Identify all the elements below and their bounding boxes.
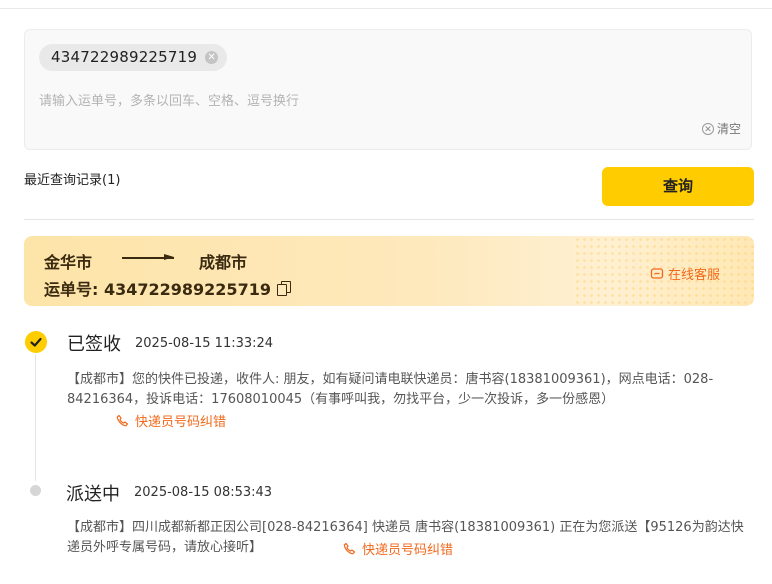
event-time: 2025-08-15 11:33:24	[135, 336, 274, 351]
phone-icon	[116, 414, 129, 427]
event-status: 已签收	[67, 334, 121, 355]
timeline-line	[35, 354, 36, 481]
route-card: 金华市 成都市 运单号: 434722989225719 在线客服	[24, 236, 754, 306]
courier-number-correction-link[interactable]: 快递员号码纠错	[116, 411, 226, 430]
chat-icon	[650, 267, 664, 279]
recent-query-history[interactable]: 最近查询记录(1)	[24, 169, 120, 188]
correction-label: 快递员号码纠错	[135, 415, 227, 430]
online-service-button[interactable]: 在线客服	[650, 264, 720, 283]
event-description: 【成都市】您的快件已投递，收件人: 朋友，如有疑问请电联快递员：唐书容(1838…	[67, 372, 714, 407]
search-button[interactable]: 查询	[602, 167, 754, 206]
waybill-tag-label: 434722989225719	[51, 48, 198, 66]
event-time: 2025-08-15 08:53:43	[134, 485, 273, 500]
origin-city: 金华市	[44, 253, 93, 272]
clear-label: 清空	[716, 122, 741, 136]
timeline-dot	[30, 485, 41, 496]
correction-label: 快递员号码纠错	[362, 543, 454, 558]
clear-circle-icon: ✕	[701, 122, 714, 135]
top-divider	[0, 8, 772, 9]
waybill-query-box[interactable]: 434722989225719 ✕ ✕ 清空	[24, 29, 752, 150]
section-divider	[24, 219, 754, 220]
waybill-number: 运单号: 434722989225719	[44, 276, 291, 300]
courier-number-correction-link[interactable]: 快递员号码纠错	[343, 539, 453, 558]
check-icon	[25, 331, 47, 353]
destination-city: 成都市	[199, 253, 248, 272]
waybill-number-label: 运单号: 434722989225719	[44, 280, 271, 299]
phone-icon	[343, 542, 356, 555]
event-status: 派送中	[66, 484, 120, 505]
waybill-input[interactable]	[39, 90, 729, 112]
online-service-label: 在线客服	[668, 268, 721, 283]
route-arrow-icon	[122, 254, 174, 260]
waybill-tag[interactable]: 434722989225719 ✕	[39, 44, 228, 71]
clear-button[interactable]: ✕ 清空	[701, 120, 741, 137]
close-circle-icon[interactable]: ✕	[205, 51, 219, 64]
copy-icon[interactable]	[276, 281, 291, 296]
